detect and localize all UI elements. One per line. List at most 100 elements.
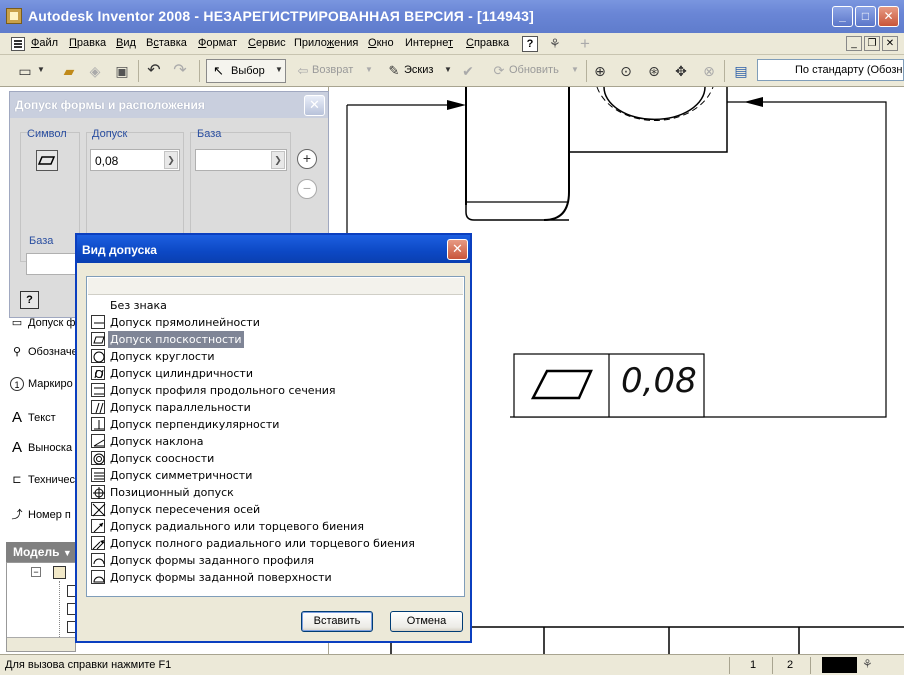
dialog-close-button[interactable]: ✕	[447, 239, 468, 260]
styles-icon[interactable]: ▤	[732, 62, 750, 80]
sketch-label[interactable]: Эскиз	[404, 64, 433, 76]
menu-item[interactable]: Приложения	[294, 37, 358, 49]
panel-item-label: Выноска	[28, 441, 73, 454]
menu-item[interactable]: Сервис	[248, 37, 286, 49]
total-runout-icon	[91, 536, 105, 550]
new-document-icon[interactable]: ▭	[16, 62, 34, 80]
menu-item[interactable]: Файл	[31, 37, 58, 49]
zoom-selected-icon[interactable]: ⊗	[700, 62, 718, 80]
list-item[interactable]: Допуск соосности	[91, 450, 461, 467]
zoom-window-icon[interactable]: ⊙	[617, 62, 635, 80]
list-item[interactable]: Допуск параллельности	[91, 399, 461, 416]
plus-icon[interactable]: +	[580, 34, 590, 54]
panel-item-leader-text[interactable]: A Выноска	[10, 440, 73, 455]
close-button[interactable]: ✕	[878, 6, 899, 27]
redo-icon[interactable]: ↷	[171, 62, 189, 80]
minimize-button[interactable]: _	[832, 6, 853, 27]
mdi-minimize-button[interactable]: _	[846, 36, 862, 51]
project-icon[interactable]: ◈	[86, 62, 104, 80]
tolerance-arrow-icon[interactable]: ❯	[164, 151, 178, 169]
panel-item-datum-target[interactable]: 1 Маркиро	[10, 377, 73, 391]
whats-this-icon[interactable]: ⚘	[549, 36, 561, 52]
list-item[interactable]: Без знака	[91, 297, 461, 314]
sketch-icon[interactable]: ✎	[385, 62, 403, 80]
list-item[interactable]: Допуск полного радиального или торцевого…	[91, 535, 461, 552]
list-item[interactable]: Допуск круглости	[91, 348, 461, 365]
list-item[interactable]: Допуск плоскостности	[91, 331, 461, 348]
list-item[interactable]: Допуск формы заданной поверхности	[91, 569, 461, 586]
menu-item[interactable]: Вид	[116, 37, 136, 49]
select-dropdown-arrow[interactable]: ▼	[275, 64, 283, 76]
style-combo[interactable]: По стандарту (Обозн	[757, 59, 904, 81]
menu-item[interactable]: Правка	[69, 37, 106, 49]
menu-item[interactable]: Окно	[368, 37, 394, 49]
insert-button[interactable]: Вставить	[301, 611, 373, 632]
panel-item-datum-identifier[interactable]: ⚲ Обозначе	[10, 345, 78, 359]
back-label[interactable]: Возврат	[312, 64, 353, 76]
model-browser-header[interactable]: Модель ▼	[6, 542, 78, 562]
select-button[interactable]: ↖ Выбор	[206, 59, 286, 83]
panel-item-feature-control[interactable]: ▭ Допуск ф	[10, 316, 76, 330]
add-row-button[interactable]: +	[297, 149, 317, 169]
pan-icon[interactable]: ✥	[672, 62, 690, 80]
save-icon[interactable]: ▣	[113, 62, 131, 80]
zoom-all-icon[interactable]: ⊕	[591, 62, 609, 80]
mdi-restore-button[interactable]: ❐	[864, 36, 880, 51]
model-tree[interactable]: −	[6, 562, 77, 652]
menu-item[interactable]: Вставка	[146, 37, 187, 49]
undo-icon[interactable]: ↶	[145, 62, 163, 80]
new-dropdown-arrow[interactable]: ▼	[37, 64, 45, 76]
panel-item-label: Маркиро	[28, 377, 73, 390]
list-item[interactable]: Допуск наклона	[91, 433, 461, 450]
menu-item[interactable]: Справка	[466, 37, 509, 49]
menu-item[interactable]: Формат	[198, 37, 237, 49]
zoom-icon[interactable]: ⊛	[645, 62, 663, 80]
dialog-close-button[interactable]: ✕	[304, 95, 325, 116]
symbol-button[interactable]	[36, 150, 58, 171]
tolerance-label: Допуск	[92, 128, 128, 140]
chevron-down-icon: ▼	[62, 548, 72, 558]
datum-input-2[interactable]	[26, 253, 78, 275]
list-item[interactable]: Допуск профиля продольного сечения	[91, 382, 461, 399]
back-icon[interactable]: ⇦	[294, 62, 312, 80]
list-item[interactable]: Допуск пересечения осей	[91, 501, 461, 518]
fcf-tolerance-value: 0,08	[621, 361, 697, 401]
sketch-dropdown-arrow[interactable]: ▼	[444, 64, 452, 76]
open-folder-icon[interactable]: ▰	[60, 62, 78, 80]
mdi-close-button[interactable]: ✕	[882, 36, 898, 51]
title-bar: Autodesk Inventor 2008 - НЕЗАРЕГИСТРИРОВ…	[0, 0, 904, 33]
tolerance-input[interactable]: 0,08 ❯	[90, 149, 180, 171]
list-item[interactable]: Позиционный допуск	[91, 484, 461, 501]
list-item[interactable]: Допуск прямолинейности	[91, 314, 461, 331]
edit-icon[interactable]: ✔	[459, 62, 477, 80]
collapse-icon[interactable]: −	[31, 567, 41, 577]
cancel-button[interactable]: Отмена	[390, 611, 463, 632]
help-icon[interactable]: ?	[20, 291, 39, 309]
panel-item-label: Номер п	[28, 508, 71, 521]
datum-input[interactable]: ❯	[195, 149, 287, 171]
update-label[interactable]: Обновить	[509, 64, 559, 76]
menu-item[interactable]: Интернет	[405, 37, 453, 49]
panel-item-text[interactable]: A Текст	[10, 410, 56, 425]
dialog-title: Допуск формы и расположения	[15, 98, 205, 112]
inventor-app-icon[interactable]	[6, 8, 22, 24]
tech-req-icon: ⊏	[12, 474, 22, 486]
panel-item-number[interactable]: ⤴ Номер п	[10, 508, 71, 522]
maximize-button[interactable]: □	[855, 6, 876, 27]
help-icon[interactable]: ?	[522, 36, 538, 52]
update-icon[interactable]: ⟳	[490, 62, 508, 80]
update-dropdown-arrow[interactable]: ▼	[571, 64, 579, 76]
document-icon[interactable]	[11, 37, 25, 51]
list-item[interactable]: Допуск перпендикулярности	[91, 416, 461, 433]
list-item[interactable]: Допуск симметричности	[91, 467, 461, 484]
remove-row-button[interactable]: −	[297, 179, 317, 199]
back-dropdown-arrow[interactable]: ▼	[365, 64, 373, 76]
panel-item-technical-requirements[interactable]: ⊏ Техничес	[10, 473, 75, 487]
list-item[interactable]: Допуск радиального или торцевого биения	[91, 518, 461, 535]
datum-arrow-icon[interactable]: ❯	[271, 151, 285, 169]
drawing-icon[interactable]	[53, 566, 66, 579]
tree-scrollbar[interactable]	[7, 637, 75, 651]
tolerance-type-list[interactable]: Без знака Допуск прямолинейности Допуск пл…	[86, 276, 465, 597]
list-item[interactable]: Допуск формы заданного профиля	[91, 552, 461, 569]
list-item[interactable]: Допуск цилиндричности	[91, 365, 461, 382]
